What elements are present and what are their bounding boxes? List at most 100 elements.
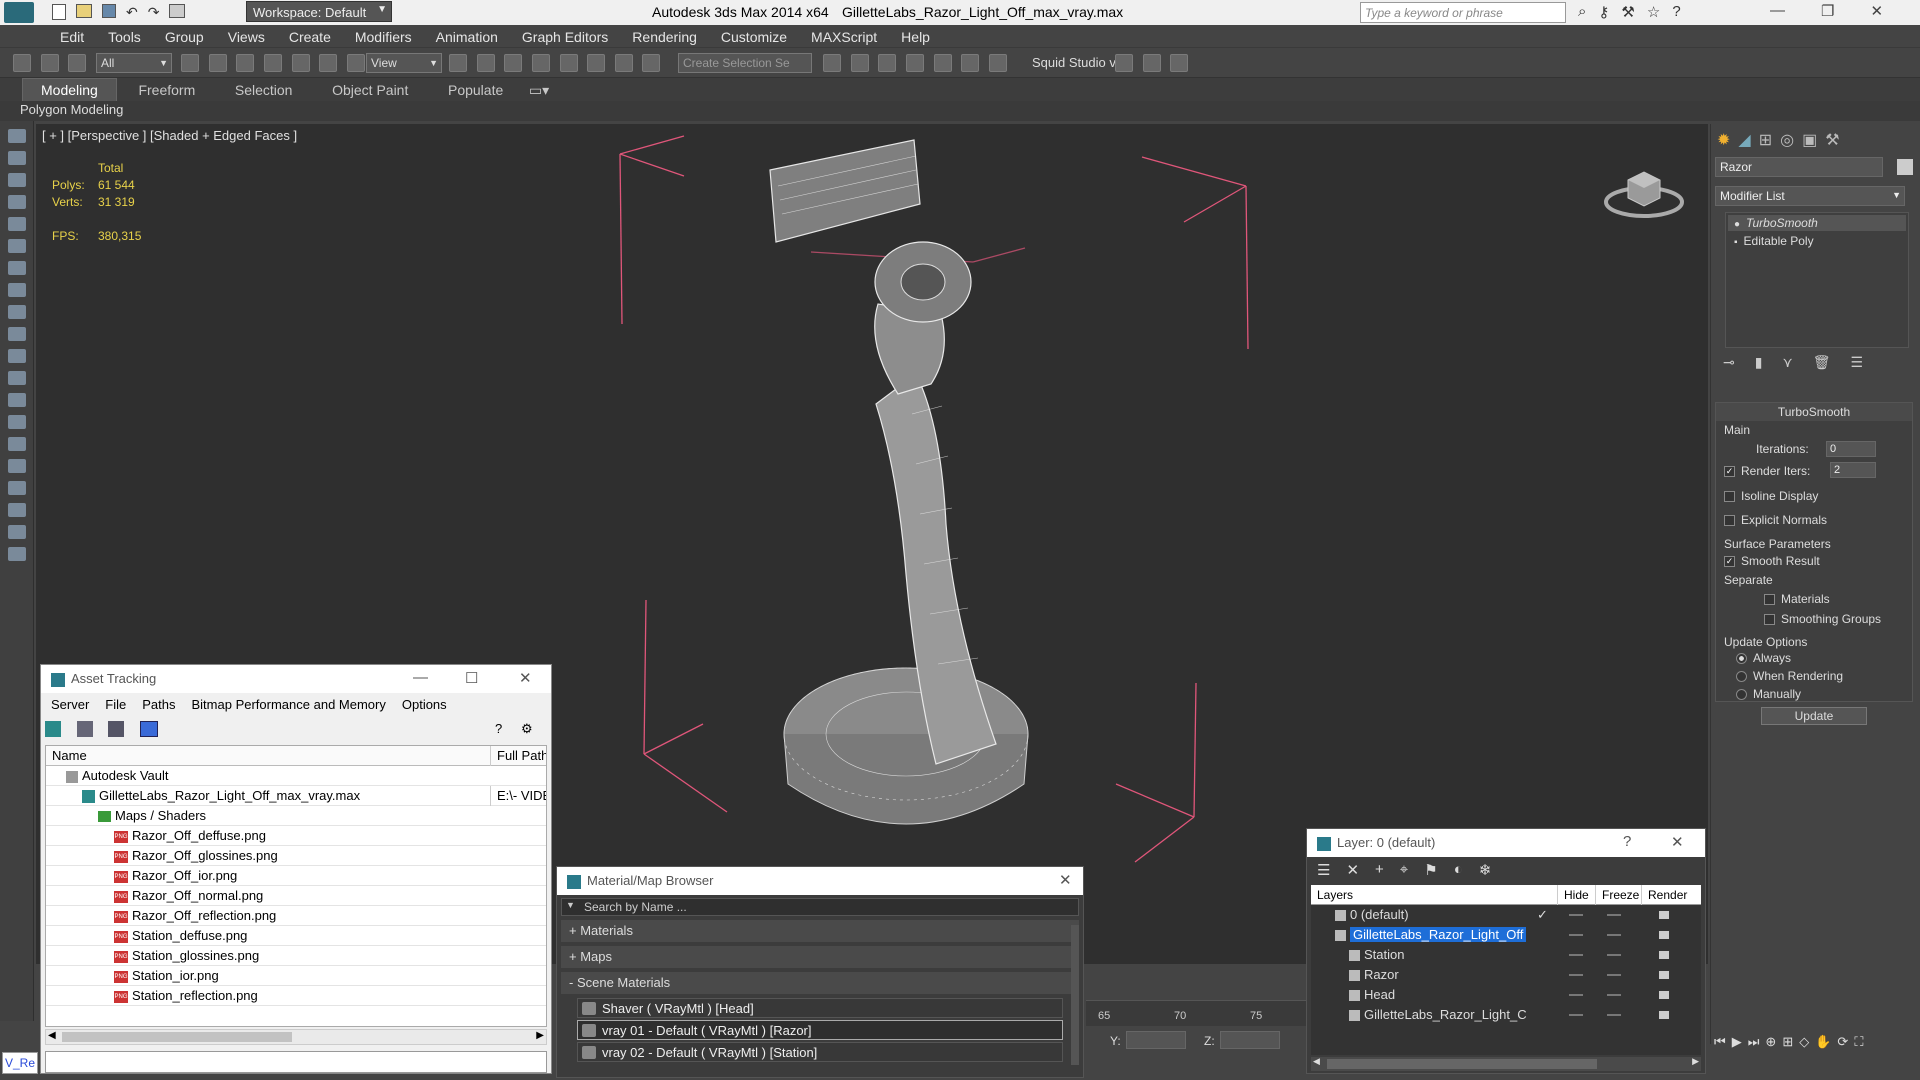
window-crossing-icon[interactable] bbox=[263, 54, 282, 72]
torus-tool-icon[interactable] bbox=[8, 415, 26, 429]
pivot-center-icon[interactable] bbox=[449, 54, 467, 72]
smoothing-groups-checkbox[interactable] bbox=[1764, 614, 1775, 626]
minimize-icon[interactable]: — bbox=[1770, 2, 1785, 20]
spinner-snap-icon[interactable] bbox=[614, 54, 633, 72]
always-radio[interactable] bbox=[1736, 653, 1747, 665]
plugin-icon-b[interactable] bbox=[1142, 54, 1161, 72]
material-editor-icon[interactable] bbox=[933, 54, 952, 72]
cone-tool-icon[interactable] bbox=[8, 371, 26, 385]
menu-modifiers[interactable]: Modifiers bbox=[343, 25, 424, 49]
render-iters-checkbox[interactable]: ✓ bbox=[1724, 466, 1735, 478]
asset-row[interactable]: PNG Station_glossines.png bbox=[46, 946, 546, 966]
scene-materials-section[interactable]: - Scene Materials bbox=[561, 972, 1079, 994]
asset-menu-paths[interactable]: Paths bbox=[134, 693, 183, 716]
close-icon[interactable]: ✕ bbox=[1870, 2, 1883, 20]
detail-view-icon[interactable] bbox=[108, 721, 125, 737]
unlink-icon[interactable] bbox=[40, 54, 59, 72]
materials-section[interactable]: + Materials bbox=[561, 920, 1079, 942]
menu-customize[interactable]: Customize bbox=[709, 25, 799, 49]
redo-icon[interactable]: ↷ bbox=[148, 4, 160, 21]
scale-icon[interactable] bbox=[346, 54, 365, 72]
asset-menu-bitmap-performance-and-memory[interactable]: Bitmap Performance and Memory bbox=[184, 693, 394, 716]
menu-help[interactable]: Help bbox=[889, 25, 942, 49]
select-manipulate-icon[interactable] bbox=[476, 54, 495, 72]
manually-radio[interactable] bbox=[1736, 689, 1747, 701]
stack-item-editable-poly[interactable]: ▪ Editable Poly bbox=[1728, 233, 1906, 249]
teapot-icon[interactable] bbox=[1170, 54, 1189, 72]
menu-maxscript[interactable]: MAXScript bbox=[799, 25, 889, 49]
asset-hscrollbar[interactable]: ◀ ▶ bbox=[45, 1029, 547, 1045]
refresh-icon[interactable] bbox=[45, 721, 61, 737]
keyboard-shortcut-icon[interactable] bbox=[504, 54, 523, 72]
expand-icon[interactable]: ▪ bbox=[1734, 237, 1738, 248]
maximize-icon[interactable]: ☐ bbox=[465, 669, 478, 687]
close-icon[interactable]: ✕ bbox=[1059, 871, 1072, 889]
select-object-icon[interactable] bbox=[181, 54, 199, 72]
render-toggle[interactable] bbox=[1659, 991, 1669, 999]
make-unique-icon[interactable]: ⋎ bbox=[1782, 354, 1792, 371]
freeze-toggle[interactable] bbox=[1607, 1014, 1621, 1016]
select-in-layer-icon[interactable]: ⌖ bbox=[1400, 861, 1408, 879]
material-vscrollbar[interactable] bbox=[1071, 925, 1079, 1065]
hide-toggle[interactable] bbox=[1569, 1014, 1583, 1016]
timeline[interactable]: 65 70 75 bbox=[1086, 1000, 1306, 1026]
star-icon[interactable]: ☆ bbox=[1647, 3, 1660, 21]
list-view-icon[interactable] bbox=[76, 721, 93, 737]
z-coord-field[interactable] bbox=[1220, 1031, 1280, 1049]
geometry-tool-icon[interactable] bbox=[8, 305, 26, 319]
restore-icon[interactable]: ❐ bbox=[1821, 2, 1834, 20]
move-icon[interactable] bbox=[291, 54, 310, 72]
render-toggle[interactable] bbox=[1659, 931, 1669, 939]
plugin-icon-a[interactable] bbox=[1115, 54, 1133, 72]
rotate-icon[interactable] bbox=[319, 54, 338, 72]
scroll-left-icon[interactable]: ◀ bbox=[48, 1030, 56, 1041]
render-toggle[interactable] bbox=[1659, 971, 1669, 979]
asset-row[interactable]: PNG Razor_Off_deffuse.png bbox=[46, 826, 546, 846]
hide-toggle[interactable] bbox=[1569, 994, 1583, 996]
viewcube[interactable] bbox=[1604, 158, 1684, 222]
asset-row[interactable]: Maps / Shaders bbox=[46, 806, 546, 826]
tab-selection[interactable]: Selection bbox=[217, 79, 311, 101]
open-file-icon[interactable] bbox=[76, 4, 92, 18]
material-search-input[interactable]: ▼ Search by Name ... bbox=[561, 898, 1079, 916]
hide-toggle[interactable] bbox=[1569, 974, 1583, 976]
hierarchy-tab-icon[interactable]: ⊞ bbox=[1759, 130, 1772, 149]
asset-row[interactable]: PNG Razor_Off_ior.png bbox=[46, 866, 546, 886]
asset-row[interactable]: PNG Razor_Off_normal.png bbox=[46, 886, 546, 906]
material-item[interactable]: vray 01 - Default ( VRayMtl ) [Razor] bbox=[577, 1020, 1063, 1040]
paint-tool-icon[interactable] bbox=[8, 525, 26, 539]
layer-manager-titlebar[interactable]: Layer: 0 (default) ? ✕ bbox=[1307, 829, 1705, 857]
pan-icon[interactable]: ✋ bbox=[1815, 1034, 1831, 1076]
render-toggle[interactable] bbox=[1659, 1011, 1669, 1019]
maximize-viewport-icon[interactable]: ⛶ bbox=[1854, 1034, 1863, 1076]
menu-rendering[interactable]: Rendering bbox=[620, 25, 709, 49]
rect-selection-icon[interactable] bbox=[236, 54, 255, 72]
modifier-list-dropdown[interactable]: Modifier List ▼ bbox=[1715, 186, 1905, 206]
tab-freeform[interactable]: Freeform bbox=[120, 79, 213, 101]
percent-snap-icon[interactable] bbox=[587, 54, 606, 72]
scroll-left-icon[interactable]: ◀ bbox=[1313, 1056, 1320, 1067]
binoculars-icon[interactable]: ⌕ bbox=[1578, 3, 1586, 21]
smooth-result-checkbox[interactable]: ✓ bbox=[1724, 556, 1735, 568]
layer-row[interactable]: 0 (default) ✓ bbox=[1311, 905, 1701, 925]
y-coord-field[interactable] bbox=[1126, 1031, 1186, 1049]
viewport-label[interactable]: [ + ] [Perspective ] [Shaded + Edged Fac… bbox=[42, 128, 297, 143]
col-layers-header[interactable]: Layers bbox=[1311, 888, 1353, 902]
biped-tool-icon[interactable] bbox=[8, 459, 26, 473]
tab-modeling[interactable]: Modeling bbox=[22, 78, 117, 102]
lightbulb-icon[interactable]: ● bbox=[1734, 219, 1740, 230]
modify-tab-icon[interactable]: ◢ bbox=[1738, 130, 1750, 149]
key-icon[interactable]: ⚷ bbox=[1598, 3, 1609, 21]
save-icon[interactable] bbox=[102, 4, 116, 18]
col-hide-header[interactable]: Hide bbox=[1557, 885, 1589, 905]
materials-checkbox[interactable] bbox=[1764, 594, 1775, 606]
asset-path-field[interactable] bbox=[45, 1051, 547, 1073]
polygon-modeling-bar[interactable]: Polygon Modeling bbox=[0, 101, 1920, 121]
scroll-right-icon[interactable]: ▶ bbox=[1692, 1056, 1699, 1067]
light-tool-icon[interactable] bbox=[8, 217, 26, 231]
menu-animation[interactable]: Animation bbox=[424, 25, 510, 49]
pin-stack-icon[interactable]: ⊸ bbox=[1723, 354, 1735, 371]
ribbon-options-icon[interactable]: ▭▾ bbox=[525, 79, 553, 102]
highlight-layer-icon[interactable]: ⚑ bbox=[1424, 861, 1437, 879]
hide-all-icon[interactable]: ◐ bbox=[1454, 861, 1463, 879]
